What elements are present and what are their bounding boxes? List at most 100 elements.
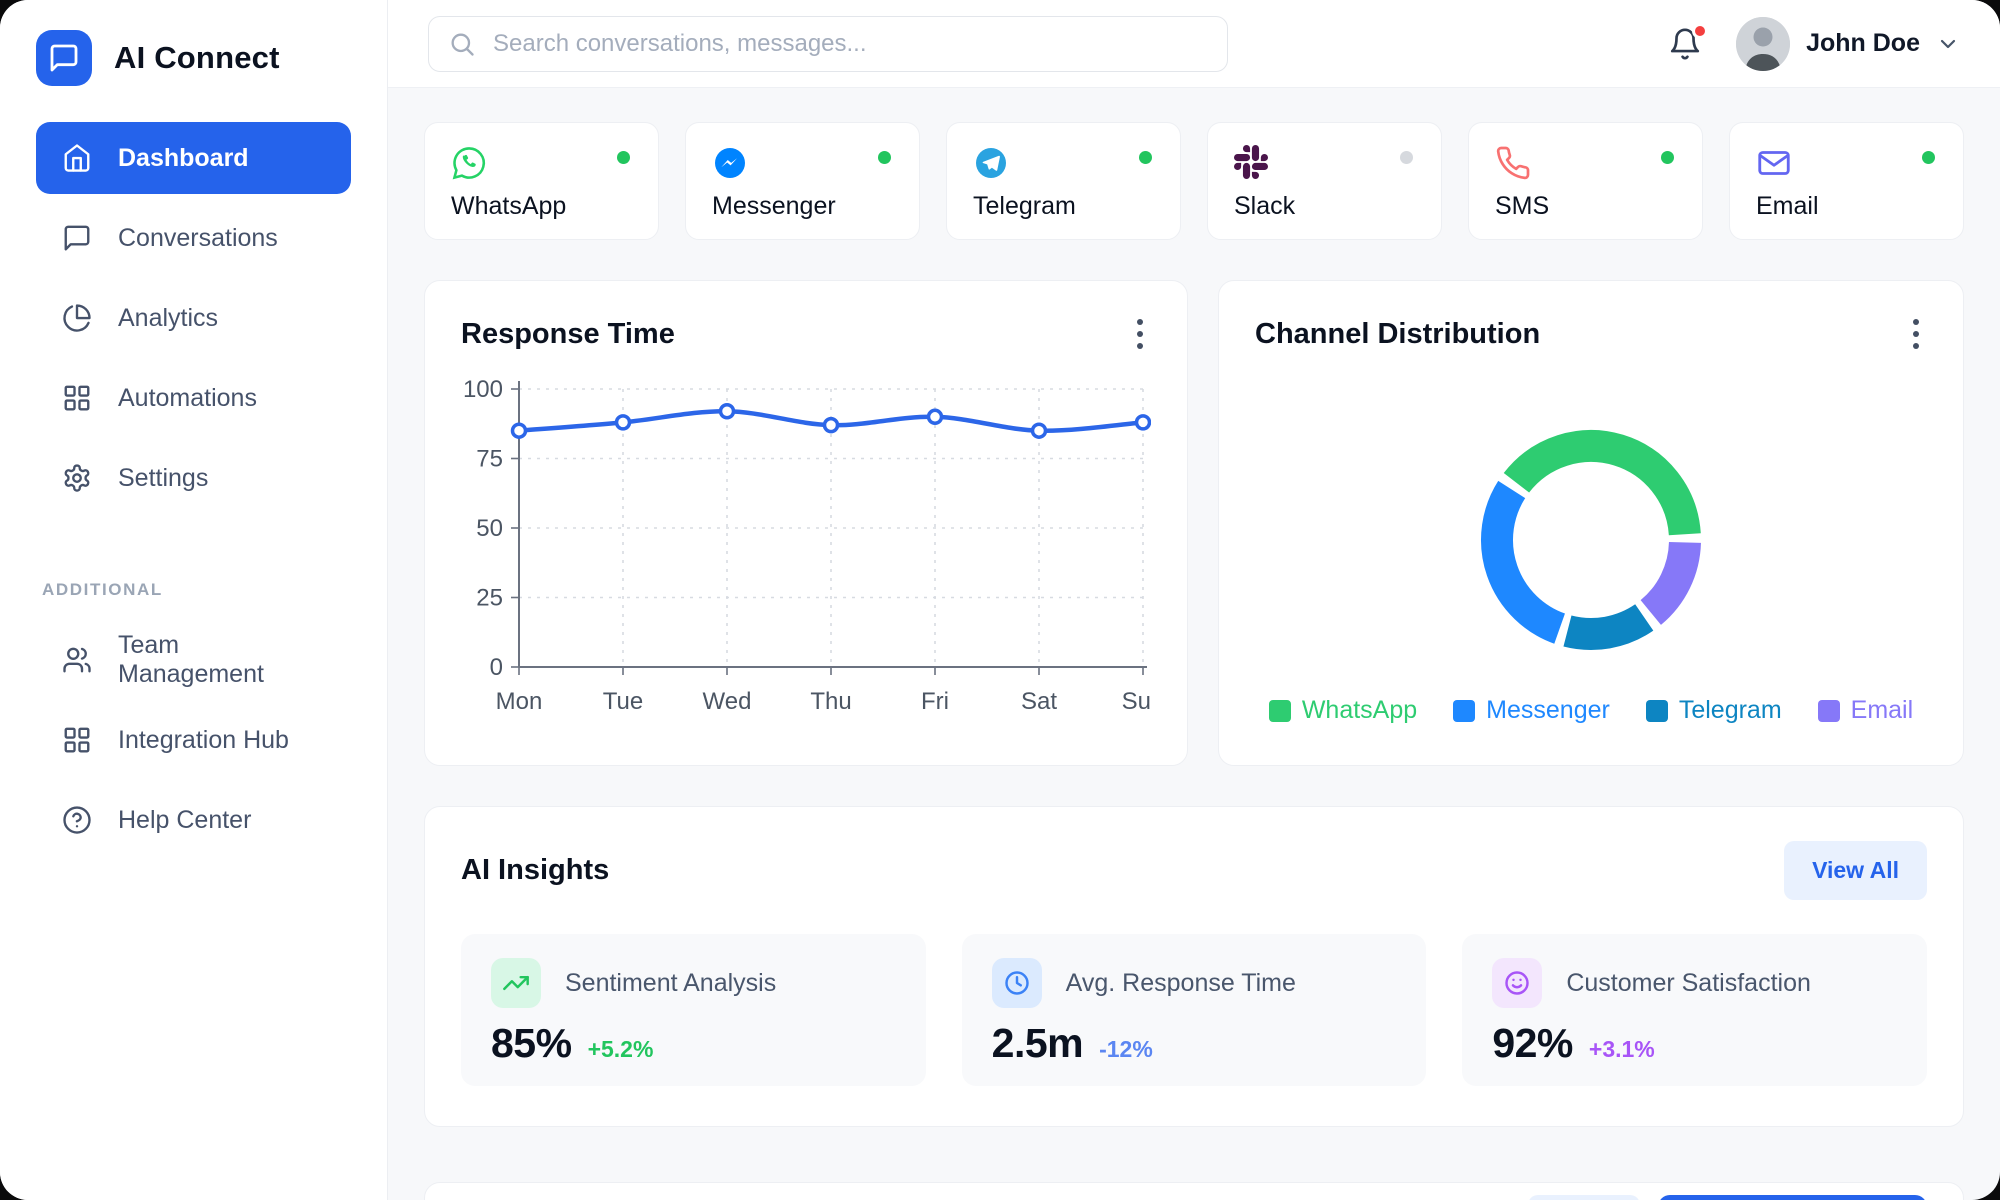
channel-card-messenger[interactable]: Messenger [685, 122, 920, 240]
channel-name: Slack [1234, 192, 1295, 221]
legend-item-email[interactable]: Email [1818, 696, 1914, 725]
channel-distribution-panel: Channel Distribution WhatsApp Messenger Te… [1218, 280, 1964, 766]
telegram-icon [973, 145, 1154, 181]
pie-chart-icon [62, 303, 92, 333]
channel-distribution-donut-chart [1469, 418, 1713, 662]
sidebar-item-label: Integration Hub [118, 726, 289, 755]
sidebar-item-settings[interactable]: Settings [36, 442, 351, 514]
chevron-down-icon [1936, 32, 1960, 56]
kebab-menu-button[interactable] [1905, 311, 1927, 357]
sidebar-item-team-management[interactable]: Team Management [36, 624, 351, 696]
phone-icon [1495, 145, 1676, 181]
home-icon [62, 143, 92, 173]
topbar: John Doe [388, 0, 2000, 88]
sidebar-item-analytics[interactable]: Analytics [36, 282, 351, 354]
status-dot [1922, 151, 1935, 164]
main-area: John Doe WhatsApp [388, 0, 2000, 1200]
svg-text:100: 100 [463, 376, 503, 403]
insight-label: Sentiment Analysis [565, 969, 776, 998]
svg-text:50: 50 [476, 515, 503, 542]
panel-title: Response Time [461, 318, 675, 351]
trending-up-icon [491, 958, 541, 1008]
sidebar-item-label: Team Management [118, 631, 325, 689]
users-icon [62, 645, 92, 675]
channel-card-whatsapp[interactable]: WhatsApp [424, 122, 659, 240]
svg-text:Thu: Thu [810, 688, 851, 715]
sidebar-item-label: Settings [118, 464, 208, 493]
brand: AI Connect [36, 28, 351, 122]
app-window: AI Connect Dashboard Conversations Analy… [0, 0, 2000, 1200]
insight-value: 2.5m [992, 1020, 1083, 1067]
svg-text:0: 0 [490, 654, 503, 681]
sidebar-item-automations[interactable]: Automations [36, 362, 351, 434]
sidebar-nav: Dashboard Conversations Analytics Automa… [36, 122, 351, 514]
channel-name: Messenger [712, 192, 836, 221]
insight-card-sentiment: Sentiment Analysis 85% +5.2% [461, 934, 926, 1086]
insight-delta: +3.1% [1589, 1036, 1655, 1063]
app-logo [36, 30, 92, 86]
view-all-button[interactable]: View All [1784, 841, 1927, 900]
ai-insights-title: AI Insights [461, 854, 609, 887]
channel-name: Telegram [973, 192, 1076, 221]
legend-label: Messenger [1486, 696, 1610, 725]
notifications-button[interactable] [1664, 23, 1706, 65]
status-dot [1139, 151, 1152, 164]
svg-text:Tue: Tue [603, 688, 643, 715]
channel-card-slack[interactable]: Slack [1207, 122, 1442, 240]
search-icon [448, 30, 476, 58]
kebab-menu-button[interactable] [1129, 311, 1151, 357]
svg-text:Fri: Fri [921, 688, 949, 715]
status-dot [878, 151, 891, 164]
insight-value: 85% [491, 1020, 572, 1067]
response-time-panel: Response Time 0255075100MonTueWedThuFriS… [424, 280, 1188, 766]
channel-card-email[interactable]: Email [1729, 122, 1964, 240]
status-dot [617, 151, 630, 164]
channel-cards: WhatsApp Messenger Telegram [424, 122, 1964, 240]
sidebar-section-label: ADDITIONAL [36, 580, 351, 600]
sidebar: AI Connect Dashboard Conversations Analy… [0, 0, 388, 1200]
legend-swatch [1453, 700, 1475, 722]
legend-swatch [1269, 700, 1291, 722]
status-dot [1400, 151, 1413, 164]
svg-text:Mon: Mon [496, 688, 543, 715]
search-wrap [428, 16, 1228, 72]
legend-item-messenger[interactable]: Messenger [1453, 696, 1610, 725]
insight-card-satisfaction: Customer Satisfaction 92% +3.1% [1462, 934, 1927, 1086]
line-chart-wrap: 0255075100MonTueWedThuFriSatSun [461, 357, 1151, 739]
sidebar-item-dashboard[interactable]: Dashboard [36, 122, 351, 194]
svg-text:75: 75 [476, 446, 503, 473]
chart-legend: WhatsApp Messenger Telegram Email [1269, 696, 1913, 725]
insight-card-response-time: Avg. Response Time 2.5m -12% [962, 934, 1427, 1086]
search-input[interactable] [428, 16, 1228, 72]
channel-name: WhatsApp [451, 192, 566, 221]
dashboard-content: WhatsApp Messenger Telegram [388, 88, 2000, 1200]
svg-text:Sat: Sat [1021, 688, 1057, 715]
sidebar-item-conversations[interactable]: Conversations [36, 202, 351, 274]
channel-card-sms[interactable]: SMS [1468, 122, 1703, 240]
charts-row: Response Time 0255075100MonTueWedThuFriS… [424, 280, 1964, 766]
grid-icon [62, 725, 92, 755]
insight-label: Avg. Response Time [1066, 969, 1296, 998]
legend-item-telegram[interactable]: Telegram [1646, 696, 1782, 725]
gear-icon [62, 463, 92, 493]
whatsapp-icon [451, 145, 632, 181]
panel-title: Channel Distribution [1255, 318, 1540, 351]
conversation-actions: Filter New Conversation [1528, 1195, 1927, 1200]
filter-button[interactable]: Filter [1528, 1195, 1640, 1200]
new-conversation-button[interactable]: New Conversation [1658, 1195, 1927, 1200]
user-menu[interactable]: John Doe [1736, 17, 1960, 71]
status-dot [1661, 151, 1674, 164]
legend-item-whatsapp[interactable]: WhatsApp [1269, 696, 1417, 725]
channel-name: Email [1756, 192, 1819, 221]
legend-label: WhatsApp [1302, 696, 1417, 725]
insight-delta: +5.2% [588, 1036, 654, 1063]
svg-text:Sun: Sun [1122, 688, 1151, 715]
sidebar-item-help-center[interactable]: Help Center [36, 784, 351, 856]
chat-bubble-icon [48, 42, 80, 74]
sidebar-item-integration-hub[interactable]: Integration Hub [36, 704, 351, 776]
slack-icon [1234, 145, 1415, 179]
channel-card-telegram[interactable]: Telegram [946, 122, 1181, 240]
insight-value: 92% [1492, 1020, 1573, 1067]
help-circle-icon [62, 805, 92, 835]
sidebar-item-label: Conversations [118, 224, 278, 253]
